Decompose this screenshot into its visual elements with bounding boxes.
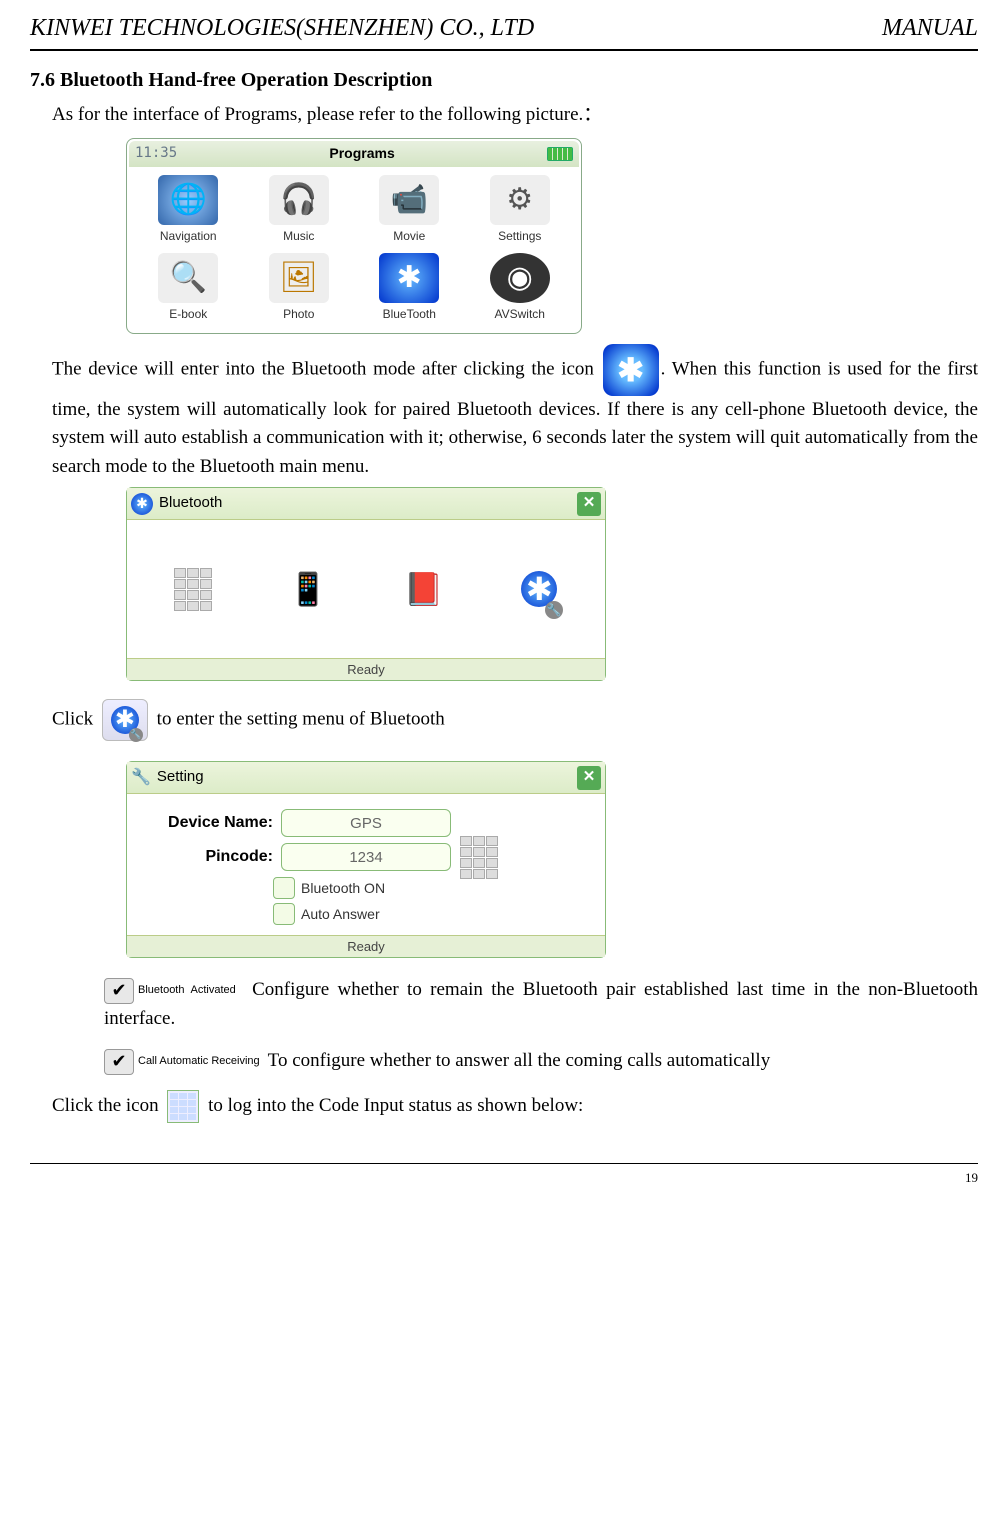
gear-icon: ⚙ [490,175,550,225]
app-label: AVSwitch [495,307,545,321]
app-label: Settings [498,229,541,243]
switch-icon: ◉ [490,253,550,303]
bt-status: Ready [127,658,605,680]
bt-title: Bluetooth [159,492,222,515]
para1: The device will enter into the Bluetooth… [30,344,978,482]
app-label: Navigation [160,229,217,243]
close-button[interactable]: ✕ [577,492,601,516]
doc-label: MANUAL [882,10,978,46]
intro-text: As for the interface of Programs, please… [30,101,978,130]
bt-settings-icon[interactable]: ✱🔧 [102,699,148,741]
auto-answer-checkbox[interactable] [273,903,295,925]
bt-setting-window: 🔧 Setting ✕ Device Name: GPS Pincode: 12… [126,761,606,958]
setting-status: Ready [127,935,605,957]
app-movie[interactable]: 📹 Movie [358,175,461,245]
app-grid: 🌐 Navigation 🎧 Music 📹 Movie ⚙ Settings 🔍 E-b… [129,167,579,331]
section-num: 7.6 [30,69,55,91]
pincode-label: Pincode: [143,845,273,869]
auto-answer-label: Auto Answer [301,904,380,925]
setting-body: Device Name: GPS Pincode: 1234 Bluetooth… [127,794,605,935]
wrench-icon: 🔧 [131,766,151,790]
option2-text: To configure whether to answer all the c… [268,1050,771,1071]
device-name-label: Device Name: [143,811,273,835]
clock: 11:35 [135,143,177,164]
click2: Click the icon to log into the Code Inpu… [30,1090,978,1123]
close-button[interactable]: ✕ [577,766,601,790]
keypad-icon[interactable] [167,1090,199,1123]
app-label: Movie [393,229,425,243]
click2b: to log into the Code Input status as sho… [208,1094,583,1115]
section-heading: Bluetooth Hand-free Operation Descriptio… [60,69,432,91]
bluetooth-icon: ✱ [131,493,153,515]
setting-title: Setting [157,766,204,789]
keypad-button[interactable] [459,842,499,872]
bluetooth-activated-label: Bluetooth Activated [138,984,236,996]
app-music[interactable]: 🎧 Music [248,175,351,245]
page-number: 19 [965,1170,978,1185]
app-navigation[interactable]: 🌐 Navigation [137,175,240,245]
app-photo[interactable]: 🖼 Photo [248,253,351,323]
globe-icon: 🌐 [158,175,218,225]
magnifier-icon: 🔍 [158,253,218,303]
bluetooth-main-window: ✱ Bluetooth ✕ 📱 📕 ✱🔧 Ready [126,487,606,681]
keypad-icon[interactable] [165,561,221,617]
click-a: Click [52,708,93,729]
checkbox-icon: ✔ [104,978,134,1004]
bt-body: 📱 📕 ✱🔧 [127,520,605,658]
bt-titlebar: ✱ Bluetooth ✕ [127,488,605,520]
section-title: 7.6 Bluetooth Hand-free Operation Descri… [30,65,978,95]
click-sentence: Click ✱🔧 to enter the setting menu of Bl… [30,699,978,741]
headphones-icon: 🎧 [269,175,329,225]
battery-icon [547,147,573,161]
picture-icon: 🖼 [269,253,329,303]
bluetooth-on-label: Bluetooth ON [301,878,385,899]
camera-icon: 📹 [379,175,439,225]
device-name-field[interactable]: GPS [281,809,451,837]
bluetooth-icon: ✱ [379,253,439,303]
app-settings[interactable]: ⚙ Settings [469,175,572,245]
pincode-field[interactable]: 1234 [281,843,451,871]
checkbox-icon: ✔ [104,1049,134,1075]
app-bluetooth[interactable]: ✱ BlueTooth [358,253,461,323]
redial-icon[interactable]: 📱 [280,561,336,617]
app-avswitch[interactable]: ◉ AVSwitch [469,253,572,323]
app-label: Music [283,229,314,243]
app-label: E-book [169,307,207,321]
bt-settings-icon[interactable]: ✱🔧 [511,561,567,617]
option2: ✔ Call Automatic Receiving To configure wh… [30,1047,978,1076]
phonebook-icon[interactable]: 📕 [396,561,452,617]
option1: ✔Bluetooth Activated Configure whether t… [30,976,978,1033]
app-ebook[interactable]: 🔍 E-book [137,253,240,323]
click-b: to enter the setting menu of Bluetooth [157,708,445,729]
app-label: Photo [283,307,314,321]
click2a: Click the icon [52,1094,159,1115]
page-footer: 19 [30,1163,978,1188]
programs-titlebar: 11:35 Programs [129,141,579,167]
bluetooth-icon[interactable]: ✱ [603,344,659,396]
programs-title: Programs [329,143,394,164]
setting-titlebar: 🔧 Setting ✕ [127,762,605,794]
bluetooth-on-checkbox[interactable] [273,877,295,899]
programs-screenshot: 11:35 Programs 🌐 Navigation 🎧 Music 📹 Movie… [126,138,582,334]
para1a: The device will enter into the Bluetooth… [52,358,594,379]
company-name: KINWEI TECHNOLOGIES(SHENZHEN) CO., LTD [30,10,534,46]
call-auto-receiving-label: Call Automatic Receiving [138,1055,260,1067]
page-header: KINWEI TECHNOLOGIES(SHENZHEN) CO., LTD M… [30,10,978,51]
app-label: BlueTooth [383,307,436,321]
